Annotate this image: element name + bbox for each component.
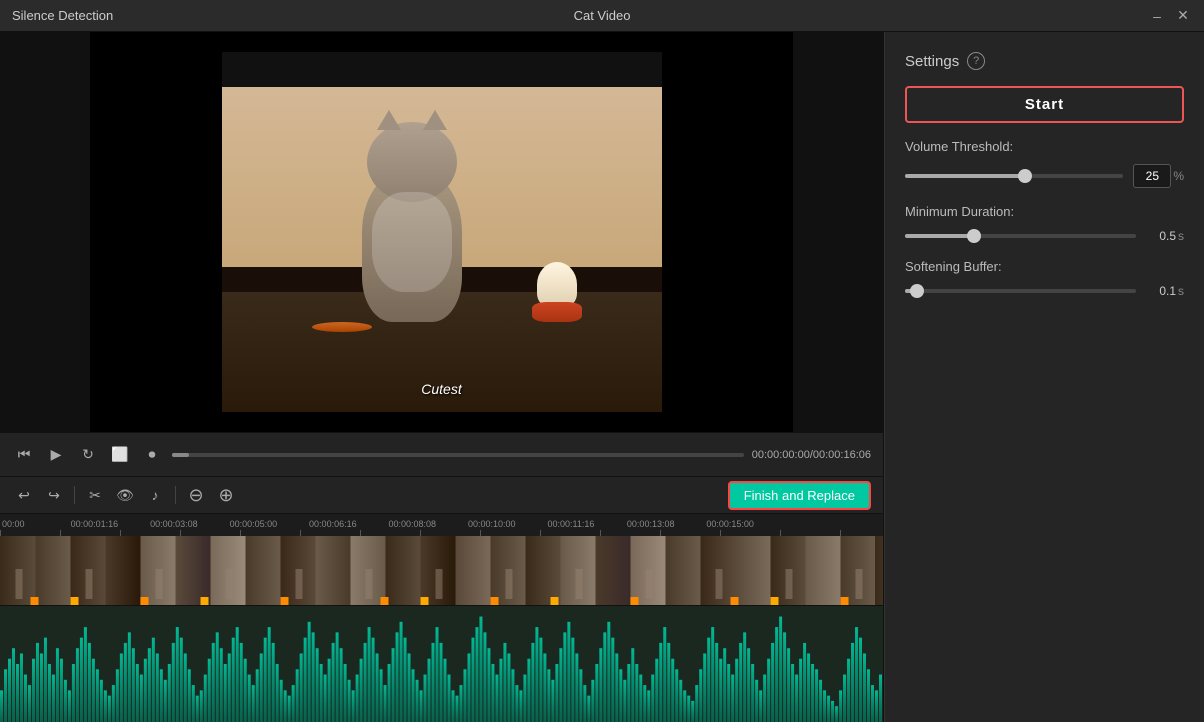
- minimum-duration-row: 0.5 s: [905, 229, 1184, 243]
- minimum-duration-fill: [905, 234, 974, 238]
- window-controls: – ✕: [1148, 7, 1192, 25]
- frame-button[interactable]: ⬜: [108, 443, 132, 467]
- skip-back-button[interactable]: ⏮: [12, 443, 36, 467]
- timeline-area: 00:00 00:00:01:16 00:00:03:08 00:00:05:0…: [0, 514, 883, 722]
- minimum-duration-slider[interactable]: [905, 234, 1136, 238]
- main-container: Cutest ⏮ ▶ ↻ ⬜ ⏺ 00:00:00:00/00:00:16:06…: [0, 32, 1204, 722]
- softening-buffer-value-box: 0.1 s: [1146, 284, 1184, 298]
- ruler-label-0: 00:00: [2, 519, 25, 529]
- ruler-label-3: 00:00:05:00: [230, 519, 278, 529]
- timeline-video-strip[interactable]: [0, 536, 883, 606]
- video-preview: Cutest: [0, 32, 883, 432]
- audio-button[interactable]: ♪: [143, 483, 167, 507]
- volume-threshold-input[interactable]: [1133, 164, 1171, 188]
- side-bar-right: [793, 32, 883, 432]
- ruler-label-5: 00:00:08:08: [389, 519, 437, 529]
- progress-bar[interactable]: [172, 453, 744, 457]
- finish-replace-button[interactable]: Finish and Replace: [728, 481, 871, 510]
- softening-buffer-row: 0.1 s: [905, 284, 1184, 298]
- settings-header: Settings ?: [905, 52, 1184, 70]
- minimum-duration-thumb[interactable]: [967, 229, 981, 243]
- video-frame: Cutest: [222, 52, 662, 412]
- right-panel: Settings ? Start Volume Threshold: % Min…: [884, 32, 1204, 722]
- left-panel: Cutest ⏮ ▶ ↻ ⬜ ⏺ 00:00:00:00/00:00:16:06…: [0, 32, 884, 722]
- softening-buffer-section: Softening Buffer: 0.1 s: [905, 259, 1184, 298]
- settings-title: Settings: [905, 53, 959, 70]
- softening-buffer-thumb[interactable]: [910, 284, 924, 298]
- volume-threshold-row: %: [905, 164, 1184, 188]
- app-title: Silence Detection: [12, 8, 113, 23]
- redo-button[interactable]: ↪: [42, 483, 66, 507]
- side-bar-left: [0, 32, 90, 432]
- cut-button[interactable]: ✂: [83, 483, 107, 507]
- loop-button[interactable]: ↻: [76, 443, 100, 467]
- minimum-duration-label: Minimum Duration:: [905, 204, 1184, 219]
- volume-threshold-unit: %: [1173, 169, 1184, 183]
- minimum-duration-value-box: 0.5 s: [1146, 229, 1184, 243]
- volume-threshold-slider[interactable]: [905, 174, 1123, 178]
- undo-button[interactable]: ↩: [12, 483, 36, 507]
- title-bar: Silence Detection Cat Video – ✕: [0, 0, 1204, 32]
- ruler-label-8: 00:00:13:08: [627, 519, 675, 529]
- help-icon[interactable]: ?: [967, 52, 985, 70]
- playback-controls: ⏮ ▶ ↻ ⬜ ⏺ 00:00:00:00/00:00:16:06: [0, 432, 883, 476]
- eye-button[interactable]: 👁: [113, 483, 137, 507]
- timeline-toolbar: ↩ ↪ ✂ 👁 ♪ ⊖ ⊕ Finish and Replace: [0, 476, 883, 514]
- progress-fill: [172, 453, 189, 457]
- softening-buffer-slider[interactable]: [905, 289, 1136, 293]
- ruler-label-2: 00:00:03:08: [150, 519, 198, 529]
- volume-threshold-label: Volume Threshold:: [905, 139, 1184, 154]
- zoom-plus-button[interactable]: ⊕: [214, 483, 238, 507]
- close-button[interactable]: ✕: [1174, 7, 1192, 25]
- time-display: 00:00:00:00/00:00:16:06: [752, 449, 871, 461]
- ruler-label-7: 00:00:11:16: [547, 519, 594, 529]
- waveform-svg: [0, 606, 883, 722]
- timeline-ruler: 00:00 00:00:01:16 00:00:03:08 00:00:05:0…: [0, 514, 883, 536]
- volume-threshold-fill: [905, 174, 1025, 178]
- start-button[interactable]: Start: [905, 86, 1184, 123]
- zoom-minus-button[interactable]: ⊖: [184, 483, 208, 507]
- volume-threshold-thumb[interactable]: [1018, 169, 1032, 183]
- minimum-duration-section: Minimum Duration: 0.5 s: [905, 204, 1184, 243]
- ruler-label-9: 00:00:15:00: [706, 519, 754, 529]
- softening-buffer-unit: s: [1178, 284, 1184, 298]
- softening-buffer-value: 0.1: [1146, 284, 1176, 298]
- toolbar-divider-1: [74, 486, 75, 504]
- toolbar-divider-2: [175, 486, 176, 504]
- ruler-label-1: 00:00:01:16: [71, 519, 119, 529]
- timeline-audio: [0, 606, 883, 722]
- video-title: Cat Video: [574, 8, 631, 23]
- minimum-duration-value: 0.5: [1146, 229, 1176, 243]
- minimum-duration-unit: s: [1178, 229, 1184, 243]
- ruler-label-4: 00:00:06:16: [309, 519, 357, 529]
- minimize-button[interactable]: –: [1148, 7, 1166, 25]
- volume-threshold-value-box: %: [1133, 164, 1184, 188]
- play-button[interactable]: ▶: [44, 443, 68, 467]
- volume-threshold-section: Volume Threshold: %: [905, 139, 1184, 188]
- video-subtitle: Cutest: [421, 381, 461, 397]
- record-button[interactable]: ⏺: [140, 443, 164, 467]
- ruler-label-6: 00:00:10:00: [468, 519, 516, 529]
- softening-buffer-label: Softening Buffer:: [905, 259, 1184, 274]
